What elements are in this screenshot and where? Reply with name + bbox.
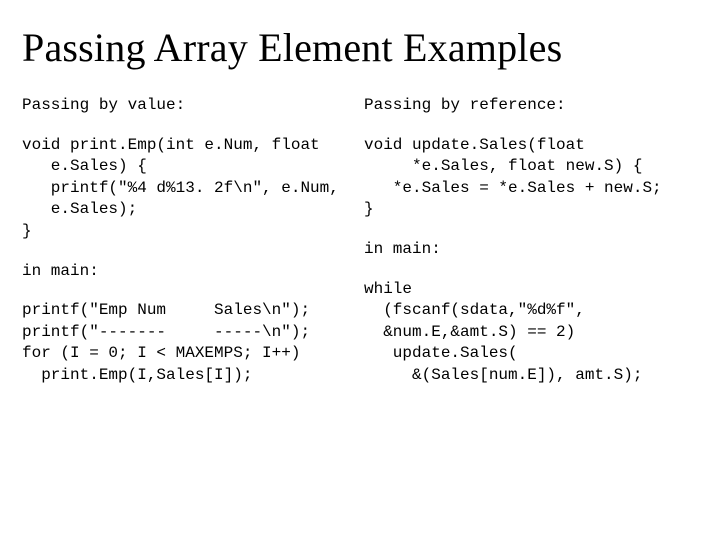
left-main-label: in main: xyxy=(22,261,356,283)
right-main-label: in main: xyxy=(364,239,698,261)
right-main-code: while (fscanf(sdata,"%d%f", &num.E,&amt.… xyxy=(364,279,698,387)
left-heading: Passing by value: xyxy=(22,95,356,117)
left-column: Passing by value: void print.Emp(int e.N… xyxy=(22,95,356,387)
slide-title: Passing Array Element Examples xyxy=(22,24,698,71)
left-function-code: void print.Emp(int e.Num, float e.Sales)… xyxy=(22,135,356,243)
columns: Passing by value: void print.Emp(int e.N… xyxy=(22,95,698,387)
slide: Passing Array Element Examples Passing b… xyxy=(0,0,720,540)
right-function-code: void update.Sales(float *e.Sales, float … xyxy=(364,135,698,221)
left-main-code: printf("Emp Num Sales\n"); printf("-----… xyxy=(22,300,356,386)
right-column: Passing by reference: void update.Sales(… xyxy=(364,95,698,387)
right-heading: Passing by reference: xyxy=(364,95,698,117)
